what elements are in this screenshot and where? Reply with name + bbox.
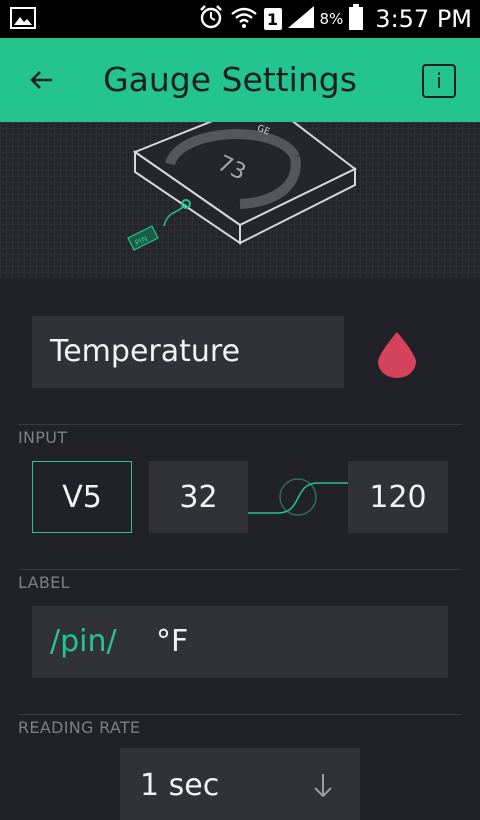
info-button[interactable]: i bbox=[422, 64, 456, 98]
wifi-icon bbox=[230, 5, 258, 33]
min-value-input[interactable]: 32 bbox=[149, 461, 248, 533]
divider bbox=[18, 424, 462, 425]
label-input[interactable]: /pin/ °F bbox=[32, 606, 448, 678]
input-section-label: INPUT bbox=[18, 428, 68, 447]
battery-icon bbox=[349, 4, 364, 34]
arrow-down-icon bbox=[312, 772, 334, 804]
app-header: Gauge Settings i bbox=[0, 38, 480, 122]
status-bar: 1 8% 3:57 PM bbox=[0, 0, 480, 38]
gauge-illustration: 73 GE PIN bbox=[0, 98, 480, 278]
reading-rate-value: 1 sec bbox=[140, 768, 220, 803]
clock-time: 3:57 PM bbox=[375, 5, 472, 33]
image-icon bbox=[10, 7, 36, 33]
divider bbox=[18, 714, 462, 715]
signal-icon bbox=[287, 6, 314, 32]
battery-percent: 8% bbox=[319, 10, 344, 28]
reading-rate-section-label: READING RATE bbox=[18, 718, 141, 737]
sim-icon: 1 bbox=[263, 8, 282, 30]
alarm-icon bbox=[198, 4, 224, 34]
reading-rate-select[interactable]: 1 sec bbox=[120, 748, 360, 820]
pin-token: /pin/ bbox=[50, 624, 117, 659]
label-section-label: LABEL bbox=[18, 573, 70, 592]
widget-name-text: Temperature bbox=[50, 334, 241, 369]
widget-name-input[interactable]: Temperature bbox=[32, 316, 344, 388]
max-value-input[interactable]: 120 bbox=[348, 461, 448, 533]
pin-select-button[interactable]: V5 bbox=[32, 461, 132, 533]
mapping-curve-icon bbox=[248, 461, 348, 533]
unit-text: °F bbox=[156, 624, 189, 659]
divider bbox=[18, 569, 462, 570]
color-drop-icon[interactable] bbox=[376, 330, 418, 382]
page-title: Gauge Settings bbox=[103, 60, 357, 99]
